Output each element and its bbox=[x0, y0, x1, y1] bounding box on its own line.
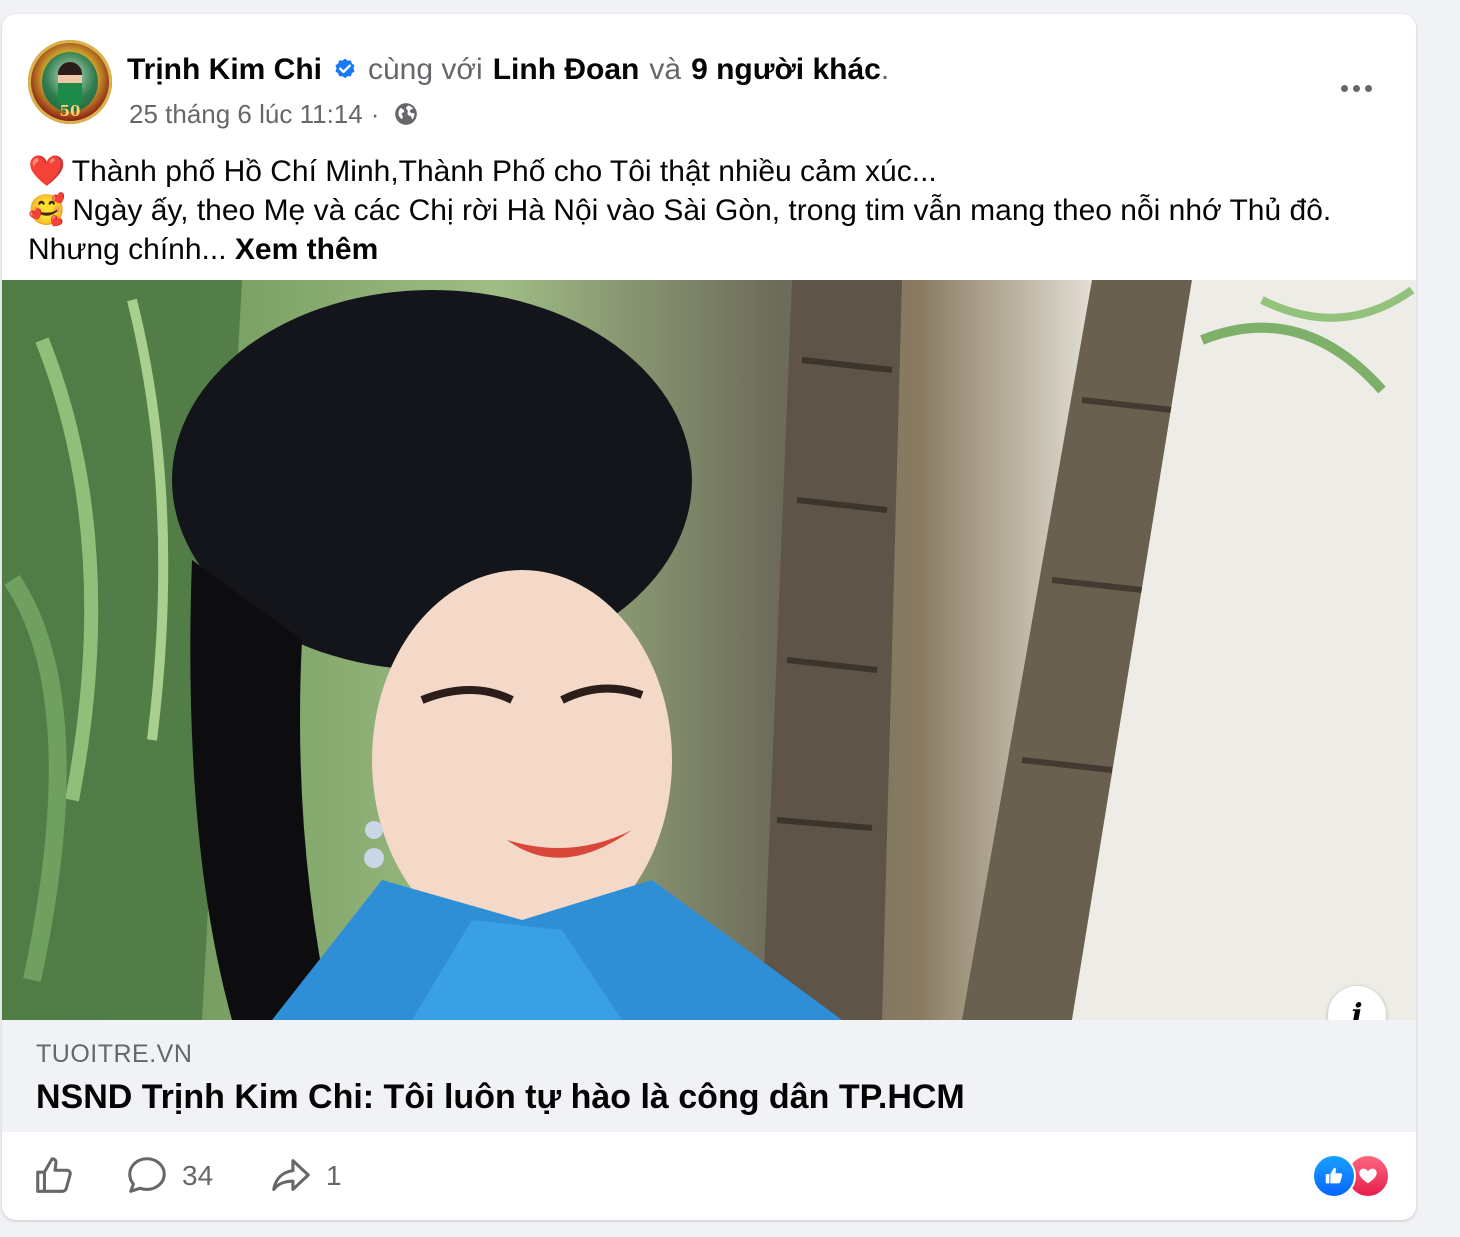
post-text-2: Ngày ấy, theo Mẹ và các Chị rời Hà Nội v… bbox=[28, 194, 1332, 266]
comment-bubble-icon bbox=[128, 1157, 166, 1193]
comment-count: 34 bbox=[182, 1160, 214, 1191]
avatar-portrait bbox=[58, 62, 82, 106]
portrait-photo bbox=[2, 280, 1416, 1020]
author-avatar[interactable]: 50 bbox=[28, 40, 112, 124]
share-count: 1 bbox=[326, 1160, 342, 1191]
link-preview-image[interactable] bbox=[2, 280, 1416, 1020]
post-meta: 25 tháng 6 lúc 11:14 · bbox=[129, 98, 419, 130]
see-more-link[interactable]: Xem thêm bbox=[235, 233, 378, 266]
meta-separator: · bbox=[370, 99, 380, 129]
link-title[interactable]: NSND Trịnh Kim Chi: Tôi luôn tự hào là c… bbox=[36, 1078, 965, 1117]
post-text-line-1: ❤️ Thành phố Hồ Chí Minh,Thành Phố cho T… bbox=[28, 152, 1398, 191]
period: . bbox=[880, 53, 890, 86]
heart-emoji-icon: ❤️ bbox=[28, 155, 66, 188]
post-card: 50 Trịnh Kim Chi cùng với Linh Đoan và 9… bbox=[2, 14, 1416, 1220]
thumbs-up-icon bbox=[36, 1157, 72, 1193]
post-text-line-2: 🥰 Ngày ấy, theo Mẹ và các Chị rời Hà Nội… bbox=[28, 191, 1398, 269]
like-reaction-icon bbox=[1312, 1154, 1356, 1198]
globe-icon[interactable] bbox=[393, 101, 419, 127]
author-line: Trịnh Kim Chi cùng với Linh Đoan và 9 ng… bbox=[127, 52, 889, 88]
reaction-summary[interactable] bbox=[1312, 1154, 1392, 1198]
smiling-hearts-emoji-icon: 🥰 bbox=[28, 194, 66, 227]
comment-button[interactable]: 34 bbox=[124, 1152, 213, 1200]
like-button[interactable] bbox=[32, 1152, 78, 1200]
share-button[interactable]: 1 bbox=[268, 1152, 342, 1200]
share-arrow-icon bbox=[272, 1159, 310, 1191]
with-text: cùng với bbox=[368, 53, 483, 86]
and-text: và bbox=[649, 53, 682, 86]
tagged-person[interactable]: Linh Đoan bbox=[493, 52, 640, 88]
verified-badge-icon bbox=[335, 58, 355, 79]
action-bar: 34 1 bbox=[2, 1132, 1416, 1220]
post-text-1: Thành phố Hồ Chí Minh,Thành Phố cho Tôi … bbox=[71, 155, 937, 188]
others-link[interactable]: 9 người khác bbox=[691, 52, 881, 88]
more-options-icon[interactable] bbox=[1332, 70, 1380, 106]
post-timestamp[interactable]: 25 tháng 6 lúc 11:14 bbox=[129, 98, 363, 130]
avatar-badge: 50 bbox=[59, 102, 81, 120]
author-name[interactable]: Trịnh Kim Chi bbox=[127, 52, 322, 88]
post-text: ❤️ Thành phố Hồ Chí Minh,Thành Phố cho T… bbox=[28, 152, 1398, 269]
link-preview[interactable]: TUOITRE.VN NSND Trịnh Kim Chi: Tôi luôn … bbox=[2, 1020, 1416, 1132]
link-domain: TUOITRE.VN bbox=[36, 1040, 193, 1068]
